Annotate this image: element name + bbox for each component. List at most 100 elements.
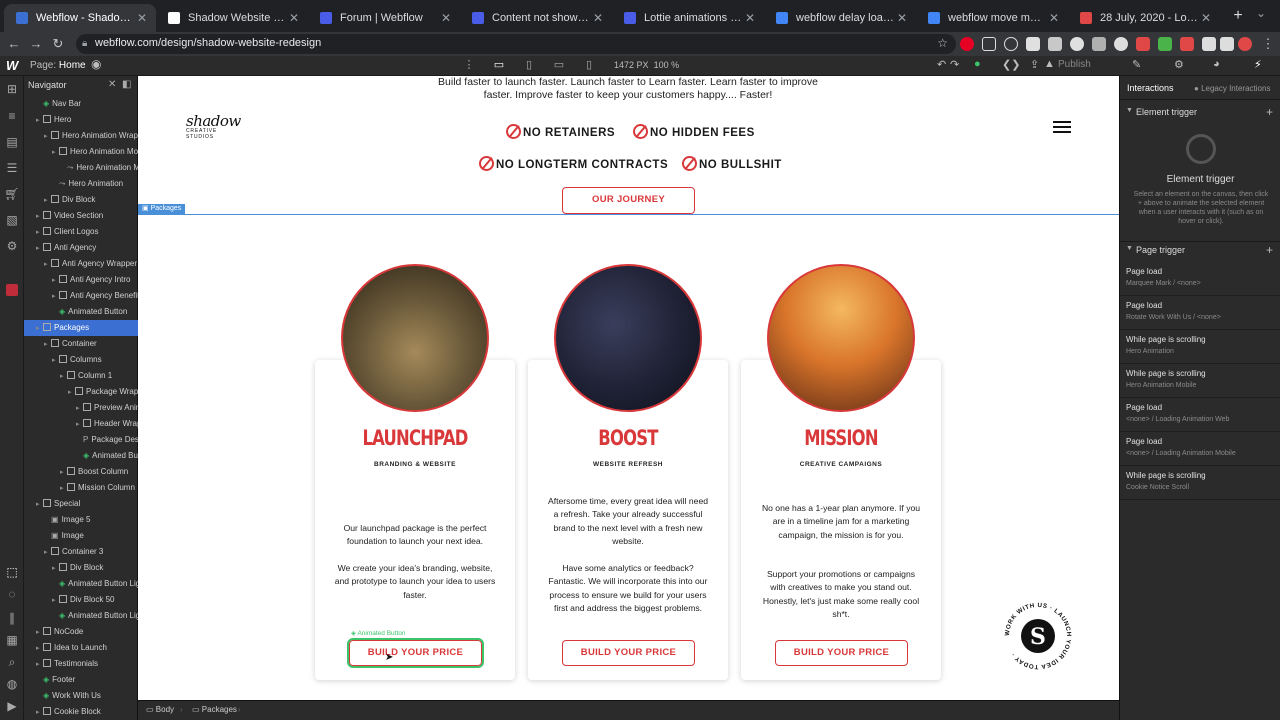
page-trigger-item[interactable]: Page load <none> / Loading Animation Mobi… <box>1120 432 1280 466</box>
cms-icon[interactable]: ☰ <box>4 160 20 176</box>
expand-caret-icon[interactable]: ▸ <box>36 241 43 256</box>
navigator-item[interactable]: ▸ Package Wrapper <box>24 384 138 400</box>
navigator-item[interactable]: ▸ Hero <box>24 112 138 128</box>
dock-panel-icon[interactable]: ◧ <box>122 79 131 90</box>
navigator-item[interactable]: ▣ Image <box>24 528 138 544</box>
navigator-item[interactable]: ▸ Hero Animation Wrapper <box>24 128 138 144</box>
navigator-item[interactable]: ▸ Hero Animation Mobile <box>24 144 138 160</box>
reload-icon[interactable]: ↻ <box>48 34 68 54</box>
expand-caret-icon[interactable]: ▸ <box>36 497 43 512</box>
build-price-button-launchpad[interactable]: BUILD YOUR PRICE <box>347 638 484 668</box>
expand-caret-icon[interactable]: ▸ <box>52 353 59 368</box>
screenshot-extension-icon[interactable] <box>1026 37 1040 51</box>
navigator-icon[interactable]: ≡ <box>4 108 20 124</box>
back-icon[interactable]: ← <box>4 34 24 54</box>
navigator-item[interactable]: ⤳ Hero Animation <box>24 176 138 192</box>
publish-button[interactable]: Publish <box>1058 59 1091 70</box>
help-icon[interactable]: ◍ <box>4 676 20 692</box>
page-trigger-item[interactable]: While page is scrolling Cookie Notice Scr… <box>1120 466 1280 500</box>
settings-gear-icon[interactable]: ⚙ <box>1174 58 1184 71</box>
hamburger-menu-icon[interactable] <box>1053 121 1071 133</box>
page-trigger-section-header[interactable]: ▼ Page trigger + <box>1120 240 1280 260</box>
expand-caret-icon[interactable]: ▸ <box>60 481 67 496</box>
navigator-item[interactable]: ▸ Testimonials <box>24 656 138 672</box>
expand-caret-icon[interactable]: ▸ <box>36 113 43 128</box>
element-trigger-section-header[interactable]: ▼ Element trigger + <box>1120 102 1280 122</box>
browser-tab[interactable]: Content not showing on publi✕ <box>460 4 612 32</box>
build-price-button-mission[interactable]: BUILD YOUR PRICE <box>775 640 908 666</box>
video-icon[interactable]: ▶ <box>4 698 20 714</box>
navigator-item[interactable]: ▸ Anti Agency Wrapper <box>24 256 138 272</box>
navigator-item[interactable]: ▸ Cookie Block <box>24 704 138 720</box>
expand-caret-icon[interactable]: ▸ <box>52 289 59 304</box>
navigator-item[interactable]: ▸ Columns <box>24 352 138 368</box>
expand-caret-icon[interactable]: ▸ <box>76 417 83 432</box>
preview-tool-icon[interactable]: ◌ <box>4 586 20 602</box>
extension-icon-10[interactable] <box>1158 37 1172 51</box>
page-trigger-item[interactable]: Page load Rotate Work With Us / <none> <box>1120 296 1280 330</box>
work-with-us-seal[interactable]: WORK WITH US · LAUNCH YOUR IDEA TODAY · … <box>1000 598 1076 674</box>
expand-caret-icon[interactable]: ▸ <box>60 369 67 384</box>
page-trigger-item[interactable]: While page is scrolling Hero Animation <box>1120 330 1280 364</box>
navigator-item[interactable]: ▸ Anti Agency Intro <box>24 272 138 288</box>
browser-tab[interactable]: 28 July, 2020 - Loom Record✕ <box>1068 4 1220 32</box>
browser-tab[interactable]: webflow delay load animation✕ <box>764 4 916 32</box>
mobile-landscape-breakpoint-icon[interactable]: ▭ <box>550 57 568 74</box>
navigator-item[interactable]: ▣ Image 5 <box>24 512 138 528</box>
tablet-breakpoint-icon[interactable]: ▯ <box>520 57 538 74</box>
profile-avatar[interactable] <box>1238 37 1252 51</box>
mobile-portrait-breakpoint-icon[interactable]: ▯ <box>580 57 598 74</box>
code-icon[interactable]: ❮❯ <box>1002 58 1020 71</box>
build-price-button-boost[interactable]: BUILD YOUR PRICE <box>562 640 695 666</box>
navigator-item[interactable]: ▸ Client Logos <box>24 224 138 240</box>
expand-caret-icon[interactable]: ▸ <box>36 657 43 672</box>
tab-close-icon[interactable]: ✕ <box>286 11 302 25</box>
forward-icon[interactable]: → <box>26 34 46 54</box>
navigator-item[interactable]: ◈ Footer <box>24 672 138 688</box>
expand-caret-icon[interactable]: ▸ <box>76 401 83 416</box>
navigator-item[interactable]: ◈Animated Button Light <box>24 576 138 592</box>
navigator-item[interactable]: ▸ Div Block <box>24 192 138 208</box>
breadcrumb-body[interactable]: ▭ Body <box>146 705 174 714</box>
expand-caret-icon[interactable]: ▸ <box>44 545 51 560</box>
navigator-item[interactable]: ▸ Preview Animation <box>24 400 138 416</box>
undo-icon[interactable]: ↶ <box>937 58 946 71</box>
add-element-trigger-icon[interactable]: + <box>1266 105 1273 119</box>
navigator-item[interactable]: PPackage Description <box>24 432 138 448</box>
preview-eye-icon[interactable]: ◉ <box>91 57 101 71</box>
extensions-puzzle-icon[interactable] <box>1220 37 1234 51</box>
navigator-item[interactable]: ▸ Container <box>24 336 138 352</box>
settings-icon[interactable]: ⚙ <box>4 238 20 254</box>
audit-icon[interactable]: ∥ <box>4 610 20 626</box>
our-journey-button[interactable]: OUR JOURNEY <box>562 187 695 214</box>
expand-caret-icon[interactable]: ▸ <box>44 337 51 352</box>
camera-extension-icon[interactable] <box>1070 37 1084 51</box>
expand-caret-icon[interactable]: ▸ <box>36 209 43 224</box>
navigator-item[interactable]: ⤳Hero Animation Mobile <box>24 160 138 176</box>
loom-extension-icon[interactable] <box>1114 37 1128 51</box>
tab-close-icon[interactable]: ✕ <box>894 11 910 25</box>
add-panel-icon[interactable]: ⊞ <box>4 81 20 97</box>
new-tab-button[interactable]: + <box>1228 6 1248 26</box>
pinterest-extension-icon[interactable] <box>960 37 974 51</box>
page-trigger-item[interactable]: Page load <none> / Loading Animation Web <box>1120 398 1280 432</box>
select-tool-icon[interactable]: ⬚ <box>4 564 20 580</box>
navigator-item[interactable]: ▸ NoCode <box>24 624 138 640</box>
expand-caret-icon[interactable]: ▸ <box>52 561 59 576</box>
chrome-menu-icon[interactable]: ⋮ <box>1258 34 1278 54</box>
webflow-logo-icon[interactable]: W <box>6 58 18 73</box>
browser-tab[interactable]: Shadow Website Redesign✕ <box>156 4 308 32</box>
navigator-item[interactable]: ◈ Work With Us <box>24 688 138 704</box>
extension-icon-7[interactable] <box>1092 37 1106 51</box>
expand-caret-icon[interactable]: ▸ <box>36 321 43 336</box>
tab-close-icon[interactable]: ✕ <box>1046 11 1062 25</box>
navigator-item[interactable]: ▸ Mission Column <box>24 480 138 496</box>
pocket-extension-icon[interactable] <box>982 37 996 51</box>
browser-tab[interactable]: Forum | Webflow ✕ <box>308 4 460 32</box>
navigator-item[interactable]: ▸ Video Section <box>24 208 138 224</box>
pages-icon[interactable]: ▤ <box>4 134 20 150</box>
page-trigger-item[interactable]: While page is scrolling Hero Animation Mo… <box>1120 364 1280 398</box>
extension-icon-9[interactable] <box>1136 37 1150 51</box>
navigator-item[interactable]: ▸ Header Wrapper <box>24 416 138 432</box>
style-manager-icon[interactable]: ◕ <box>1213 58 1220 70</box>
